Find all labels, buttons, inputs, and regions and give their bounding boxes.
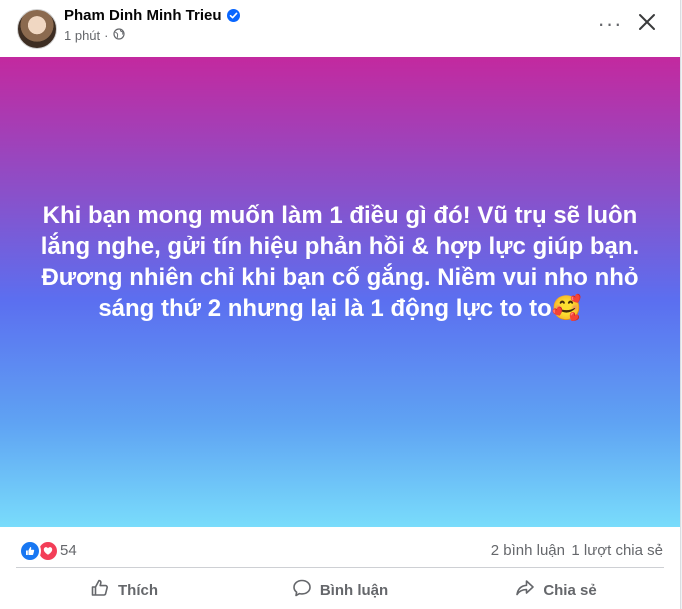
globe-icon[interactable]	[112, 28, 125, 43]
reactions-row: 54 2 bình luận 1 lượt chia sẻ	[0, 527, 680, 567]
author-name[interactable]: Pham Dinh Minh Trieu	[64, 7, 222, 24]
post-header: Pham Dinh Minh Trieu 1 phút · ···	[0, 0, 680, 56]
reaction-count[interactable]: 54	[60, 542, 77, 559]
more-options-label: ···	[597, 11, 623, 36]
post-text: Khi bạn mong muốn làm 1 điều gì đó! Vũ t…	[40, 202, 640, 322]
post-background: Khi bạn mong muốn làm 1 điều gì đó! Vũ t…	[0, 57, 680, 527]
divider	[16, 567, 664, 568]
comment-button[interactable]: Bình luận	[232, 572, 448, 608]
comment-icon	[292, 578, 312, 602]
verified-badge-icon	[226, 9, 240, 22]
post-timestamp[interactable]: 1 phút	[64, 28, 100, 43]
author-name-row: Pham Dinh Minh Trieu	[64, 7, 240, 24]
post-meta: 1 phút ·	[64, 28, 125, 43]
share-button[interactable]: Chia sẻ	[448, 572, 664, 608]
like-label: Thích	[118, 581, 158, 599]
author-avatar[interactable]	[17, 9, 57, 49]
more-options-button[interactable]: ···	[594, 11, 626, 37]
share-icon	[515, 578, 535, 602]
comment-label: Bình luận	[319, 581, 389, 599]
action-bar: Thích Bình luận Chia sẻ	[16, 572, 664, 608]
like-reaction-icon	[19, 540, 41, 562]
thumbs-up-icon	[90, 578, 110, 602]
like-button[interactable]: Thích	[16, 572, 232, 608]
share-label: Chia sẻ	[543, 581, 597, 599]
post-card: Pham Dinh Minh Trieu 1 phút · ··· Khi bạ…	[0, 0, 681, 609]
shares-count[interactable]: 1 lượt chia sẻ	[571, 542, 663, 559]
close-button[interactable]	[632, 9, 662, 39]
reaction-icons[interactable]	[19, 540, 59, 562]
comments-count[interactable]: 2 bình luận	[491, 542, 565, 559]
close-icon	[638, 13, 656, 36]
